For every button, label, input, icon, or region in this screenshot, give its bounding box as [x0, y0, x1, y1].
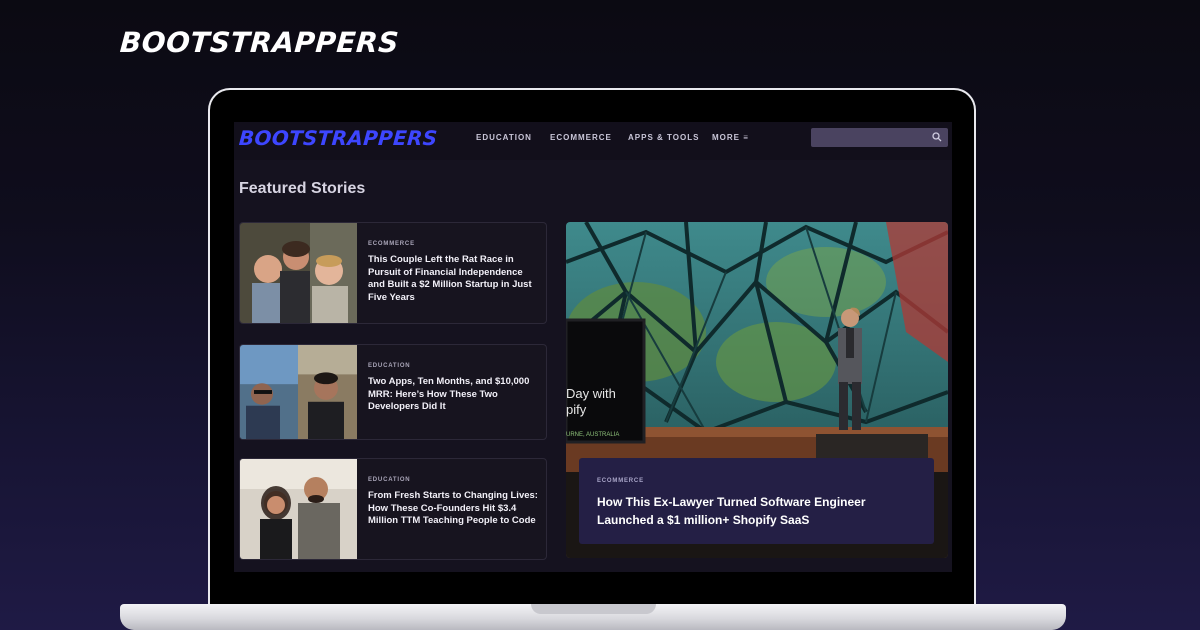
story-image[interactable] [240, 345, 357, 439]
slide-text: Day with [566, 386, 616, 401]
story-category: EDUCATION [368, 477, 411, 483]
nav-more[interactable]: MORE ≡ [712, 133, 749, 142]
brand-logo: BOOTSTRAPPERS [118, 26, 401, 59]
featured-category: ECOMMERCE [597, 478, 644, 484]
slide-text: URNE, AUSTRALIA [566, 432, 619, 438]
featured-caption[interactable]: ECOMMERCE How This Ex-Lawyer Turned Soft… [579, 458, 934, 544]
story-category: ECOMMERCE [368, 241, 415, 247]
laptop-notch [531, 604, 656, 614]
story-image[interactable] [240, 223, 357, 323]
story-card[interactable]: ECOMMERCE This Couple Left the Rat Race … [239, 222, 547, 324]
section-title: Featured Stories [239, 180, 366, 197]
story-title[interactable]: This Couple Left the Rat Race in Pursuit… [368, 254, 542, 304]
story-title[interactable]: From Fresh Starts to Changing Lives: How… [368, 490, 542, 528]
story-category: EDUCATION [368, 363, 411, 369]
nav-apps-tools[interactable]: APPS & TOOLS [628, 133, 699, 142]
featured-title[interactable]: How This Ex-Lawyer Turned Software Engin… [597, 493, 917, 529]
story-title[interactable]: Two Apps, Ten Months, and $10,000 MRR: H… [368, 376, 542, 414]
site-nav: BOOTSTRAPPERS EDUCATION ECOMMERCE APPS &… [234, 122, 952, 160]
slide-text: pify [566, 402, 587, 417]
nav-ecommerce[interactable]: ECOMMERCE [550, 133, 612, 142]
site-logo[interactable]: BOOTSTRAPPERS [238, 126, 438, 150]
story-image[interactable] [240, 459, 357, 559]
story-card[interactable]: EDUCATION Two Apps, Ten Months, and $10,… [239, 344, 547, 440]
laptop-screen: BOOTSTRAPPERS EDUCATION ECOMMERCE APPS &… [234, 122, 952, 572]
search-icon[interactable] [932, 132, 942, 142]
story-card[interactable]: EDUCATION From Fresh Starts to Changing … [239, 458, 547, 560]
nav-education[interactable]: EDUCATION [476, 133, 532, 142]
search-input[interactable] [811, 128, 948, 147]
